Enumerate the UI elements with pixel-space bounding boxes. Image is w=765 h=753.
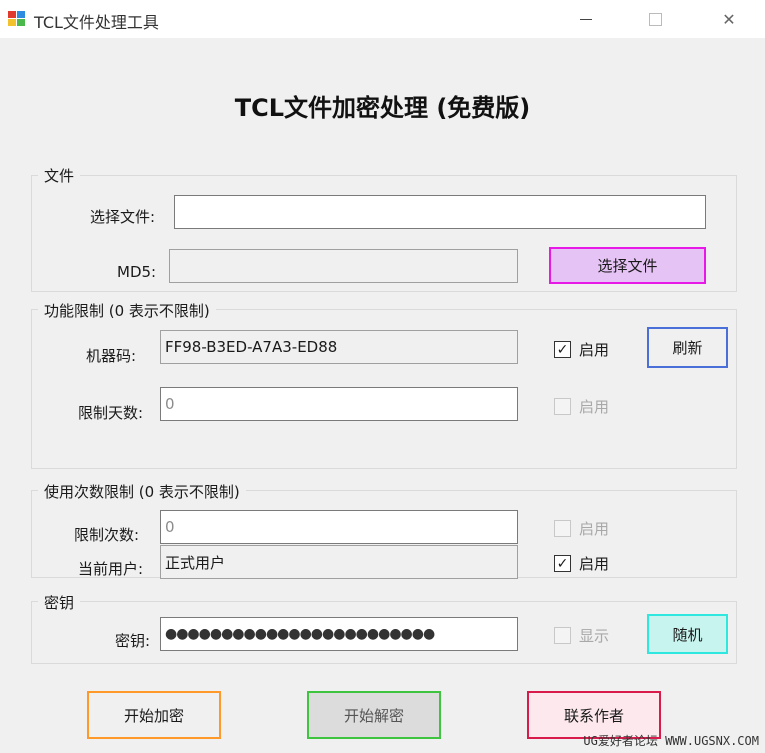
md5-field bbox=[169, 249, 518, 283]
checkbox-check-icon: ✓ bbox=[554, 555, 571, 572]
select-file-input[interactable] bbox=[174, 195, 706, 229]
window-title: TCL文件处理工具 bbox=[34, 13, 159, 32]
page-title: TCL文件加密处理 (免费版) bbox=[234, 94, 531, 122]
close-button[interactable]: ✕ bbox=[706, 0, 752, 38]
current-user-enable-checkbox[interactable]: ✓ 启用 bbox=[554, 553, 609, 574]
maximize-icon bbox=[648, 12, 662, 26]
limit-count-input[interactable]: 0 bbox=[160, 510, 518, 544]
current-user-field: 正式用户 bbox=[160, 545, 518, 579]
checkbox-empty-icon bbox=[554, 520, 571, 537]
limit-days-label: 限制天数: bbox=[78, 404, 144, 422]
refresh-button[interactable]: 刷新 bbox=[647, 327, 728, 368]
checkbox-empty-icon bbox=[554, 398, 571, 415]
limit-days-enable-checkbox[interactable]: 启用 bbox=[554, 396, 609, 417]
machine-code-field: FF98-B3ED-A7A3-ED88 bbox=[160, 330, 518, 364]
file-group-legend: 文件 bbox=[38, 165, 81, 186]
watermark-text: UG爱好者论坛 WWW.UGSNX.COM bbox=[583, 734, 759, 748]
limit-count-label: 限制次数: bbox=[74, 526, 140, 544]
minimize-icon bbox=[580, 18, 592, 20]
checkbox-check-icon: ✓ bbox=[554, 341, 571, 358]
select-file-button[interactable]: 选择文件 bbox=[549, 247, 706, 284]
limit-days-input[interactable]: 0 bbox=[160, 387, 518, 421]
start-decrypt-button[interactable]: 开始解密 bbox=[307, 691, 441, 739]
key-group-legend: 密钥 bbox=[38, 592, 81, 613]
machine-code-enable-checkbox[interactable]: ✓ 启用 bbox=[554, 339, 609, 360]
checkbox-empty-icon bbox=[554, 627, 571, 644]
key-label: 密钥: bbox=[115, 632, 151, 650]
md5-label: MD5: bbox=[117, 263, 157, 281]
maximize-button[interactable] bbox=[632, 0, 678, 38]
close-icon: ✕ bbox=[722, 9, 736, 29]
start-encrypt-button[interactable]: 开始加密 bbox=[87, 691, 221, 739]
random-key-button[interactable]: 随机 bbox=[647, 614, 728, 654]
show-key-checkbox[interactable]: 显示 bbox=[554, 625, 609, 646]
limit-count-enable-checkbox[interactable]: 启用 bbox=[554, 518, 609, 539]
title-bar: TCL文件处理工具 ✕ bbox=[0, 0, 765, 38]
current-user-label: 当前用户: bbox=[78, 560, 144, 578]
usage-limit-legend: 使用次数限制 (0 表示不限制) bbox=[38, 481, 246, 502]
minimize-button[interactable] bbox=[563, 0, 609, 38]
key-input[interactable]: ●●●●●●●●●●●●●●●●●●●●●●●● bbox=[160, 617, 518, 651]
function-limit-legend: 功能限制 (0 表示不限制) bbox=[38, 300, 216, 321]
app-icon bbox=[8, 11, 26, 27]
select-file-label: 选择文件: bbox=[90, 208, 156, 226]
machine-code-label: 机器码: bbox=[86, 347, 137, 365]
